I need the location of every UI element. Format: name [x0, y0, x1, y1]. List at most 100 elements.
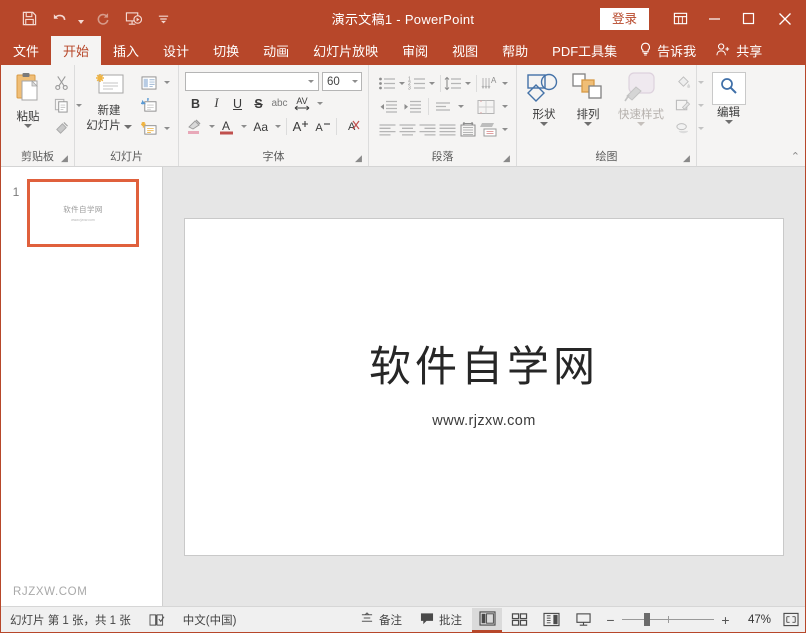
- decrease-indent-icon[interactable]: [377, 97, 401, 117]
- justify-icon[interactable]: [438, 120, 458, 140]
- thumbnail-item[interactable]: 1 软件自学网 www.rjzxw.com: [1, 179, 162, 247]
- section-dropdown-icon[interactable]: [161, 118, 172, 139]
- slideshow-button[interactable]: [568, 608, 598, 632]
- text-highlight-color-icon[interactable]: [185, 117, 207, 137]
- smartart-convert-icon[interactable]: [473, 97, 499, 117]
- tab-help[interactable]: 帮助: [490, 36, 540, 65]
- text-highlight-dropdown-icon[interactable]: [207, 116, 217, 137]
- text-direction-icon[interactable]: A: [480, 74, 500, 94]
- reading-view-button[interactable]: [536, 608, 566, 632]
- font-color-dropdown-icon[interactable]: [239, 116, 249, 137]
- paste-button[interactable]: 粘贴: [6, 70, 50, 149]
- maximize-icon[interactable]: [731, 1, 765, 36]
- clipboard-dialog-launcher[interactable]: ◢: [60, 154, 69, 163]
- shapes-dropdown-icon[interactable]: [540, 122, 548, 126]
- sign-in-button[interactable]: 登录: [600, 8, 649, 30]
- change-case-icon[interactable]: Aa: [249, 117, 273, 137]
- tab-insert[interactable]: 插入: [101, 36, 151, 65]
- slide-layout-icon[interactable]: [138, 72, 160, 93]
- slide-thumbnail-1[interactable]: 软件自学网 www.rjzxw.com: [27, 179, 139, 247]
- slide-count-status[interactable]: 幻灯片 第 1 张，共 1 张: [1, 607, 140, 633]
- normal-view-button[interactable]: [472, 608, 502, 632]
- shape-fill-icon[interactable]: [672, 72, 694, 93]
- new-slide-button[interactable]: 新建 幻灯片: [80, 70, 138, 149]
- bold-icon[interactable]: B: [185, 94, 206, 114]
- cut-icon[interactable]: [50, 72, 72, 93]
- columns-icon[interactable]: [458, 120, 479, 140]
- tab-pdf-toolkit[interactable]: PDF工具集: [540, 36, 629, 65]
- character-spacing-dropdown-icon[interactable]: [314, 93, 325, 114]
- bullets-icon[interactable]: [377, 74, 397, 94]
- collapse-ribbon-button[interactable]: ⌃: [791, 150, 800, 163]
- copy-icon[interactable]: [50, 95, 72, 116]
- italic-icon[interactable]: I: [206, 94, 227, 114]
- undo-dropdown-icon[interactable]: [75, 6, 87, 32]
- line-spacing-dropdown-icon[interactable]: [463, 73, 473, 94]
- fit-to-window-button[interactable]: [777, 608, 805, 632]
- arrange-dropdown-icon[interactable]: [584, 122, 592, 126]
- ribbon-display-options-icon[interactable]: [663, 1, 697, 36]
- editing-dropdown-icon[interactable]: [725, 120, 733, 124]
- arrange-button[interactable]: 排列: [566, 70, 610, 149]
- undo-icon[interactable]: [45, 6, 73, 32]
- align-right-icon[interactable]: [418, 120, 438, 140]
- zoom-slider[interactable]: [622, 613, 714, 627]
- slide-canvas[interactable]: 软件自学网 www.rjzxw.com: [184, 218, 784, 556]
- smartart-convert-dropdown-icon[interactable]: [499, 96, 510, 117]
- font-size-combobox[interactable]: 60: [322, 72, 362, 91]
- text-alignment-dropdown-icon[interactable]: [455, 96, 466, 117]
- quick-styles-button[interactable]: 快速样式: [610, 70, 672, 149]
- underline-icon[interactable]: U: [227, 94, 248, 114]
- shape-effects-icon[interactable]: [672, 118, 694, 139]
- customize-qat-icon[interactable]: [149, 6, 177, 32]
- tab-file[interactable]: 文件: [1, 36, 51, 65]
- tab-design[interactable]: 设计: [151, 36, 201, 65]
- close-icon[interactable]: [765, 1, 805, 36]
- slide-sorter-view-button[interactable]: [504, 608, 534, 632]
- notes-button[interactable]: 备注: [351, 607, 411, 633]
- slide-title-placeholder[interactable]: 软件自学网: [369, 344, 599, 390]
- tell-me-box[interactable]: 告诉我: [629, 36, 706, 65]
- tab-animations[interactable]: 动画: [251, 36, 301, 65]
- shapes-button[interactable]: 形状: [522, 70, 566, 149]
- save-icon[interactable]: [15, 6, 43, 32]
- tab-view[interactable]: 视图: [440, 36, 490, 65]
- zoom-out-button[interactable]: −: [605, 612, 616, 628]
- paragraph-dialog-launcher[interactable]: ◢: [502, 154, 511, 163]
- language-status[interactable]: 中文(中国): [174, 607, 246, 633]
- slide-subtitle-placeholder[interactable]: www.rjzxw.com: [432, 413, 536, 429]
- text-direction-dropdown-icon[interactable]: [500, 73, 510, 94]
- shape-outline-icon[interactable]: [672, 95, 694, 116]
- redo-icon[interactable]: [89, 6, 117, 32]
- decrease-font-size-icon[interactable]: A: [311, 117, 333, 137]
- font-color-icon[interactable]: A: [217, 117, 239, 137]
- font-dialog-launcher[interactable]: ◢: [354, 154, 363, 163]
- numbering-dropdown-icon[interactable]: [427, 73, 437, 94]
- clear-formatting-icon[interactable]: A: [340, 117, 362, 137]
- tab-review[interactable]: 审阅: [390, 36, 440, 65]
- format-painter-icon[interactable]: [50, 118, 72, 139]
- reset-slide-icon[interactable]: [138, 95, 160, 116]
- text-shadow-icon[interactable]: abc: [269, 94, 290, 114]
- align-center-icon[interactable]: [397, 120, 417, 140]
- change-case-dropdown-icon[interactable]: [273, 116, 283, 137]
- tab-transitions[interactable]: 切换: [201, 36, 251, 65]
- convert-to-smartart-icon[interactable]: [479, 120, 500, 140]
- section-icon[interactable]: [138, 118, 160, 139]
- quick-styles-dropdown-icon[interactable]: [637, 122, 645, 126]
- align-left-icon[interactable]: [377, 120, 397, 140]
- zoom-percent-label[interactable]: 47%: [737, 614, 771, 626]
- zoom-slider-thumb[interactable]: [644, 613, 650, 626]
- start-slideshow-icon[interactable]: [119, 6, 147, 32]
- tab-slideshow[interactable]: 幻灯片放映: [301, 36, 390, 65]
- share-button[interactable]: 共享: [706, 36, 772, 65]
- strikethrough-icon[interactable]: S: [248, 94, 269, 114]
- increase-indent-icon[interactable]: [401, 97, 425, 117]
- font-size-dropdown-icon[interactable]: [348, 73, 361, 90]
- slide-layout-dropdown-icon[interactable]: [161, 72, 172, 93]
- new-slide-dropdown-icon[interactable]: [124, 125, 132, 129]
- increase-font-size-icon[interactable]: A: [289, 117, 311, 137]
- tab-home[interactable]: 开始: [51, 36, 101, 65]
- zoom-in-button[interactable]: +: [720, 612, 731, 628]
- comments-button[interactable]: 批注: [411, 607, 471, 633]
